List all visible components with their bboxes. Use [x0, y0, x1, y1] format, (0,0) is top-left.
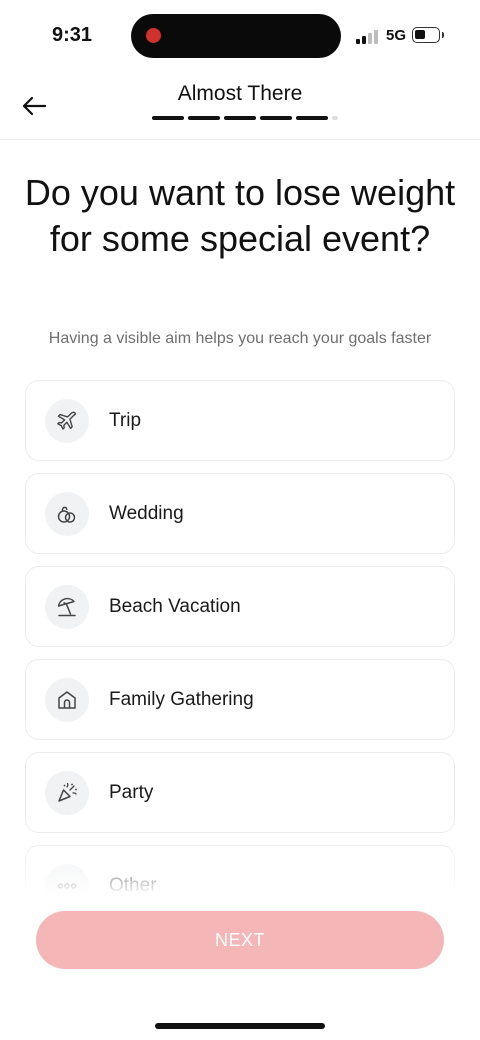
- progress-step: [224, 116, 256, 120]
- question-title: Do you want to lose weight for some spec…: [24, 172, 456, 259]
- progress-step: [152, 116, 184, 120]
- option-label: Party: [109, 781, 154, 803]
- option-beach-vacation[interactable]: Beach Vacation: [25, 566, 455, 647]
- option-wedding[interactable]: Wedding: [25, 473, 455, 554]
- option-label: Wedding: [109, 502, 184, 524]
- option-party[interactable]: Party: [25, 752, 455, 833]
- status-time: 9:31: [52, 24, 93, 46]
- page-title: Almost There: [177, 82, 303, 105]
- beach-umbrella-icon: [45, 584, 89, 629]
- airplane-icon: [45, 398, 89, 443]
- option-label: Family Gathering: [109, 688, 254, 710]
- progress-step: [260, 116, 292, 120]
- option-family-gathering[interactable]: Family Gathering: [25, 659, 455, 740]
- more-dots-icon: [45, 863, 89, 895]
- option-label: Trip: [109, 409, 142, 431]
- option-other[interactable]: Other: [25, 845, 455, 895]
- step-progress-bar: [152, 116, 338, 120]
- status-bar: 9:31 5G: [0, 0, 480, 70]
- battery-icon: [412, 27, 444, 43]
- progress-step: [188, 116, 220, 120]
- options-list: Trip Wedding Beach Vacation Family Gathe…: [25, 380, 455, 895]
- dynamic-island: [131, 14, 341, 58]
- question-subtitle: Having a visible aim helps you reach you…: [48, 330, 432, 347]
- progress-step-remaining: [332, 116, 338, 120]
- option-label: Other: [109, 874, 157, 896]
- progress-step: [296, 116, 328, 120]
- home-indicator[interactable]: [155, 1023, 325, 1029]
- recording-indicator-icon: [146, 28, 161, 43]
- option-trip[interactable]: Trip: [25, 380, 455, 461]
- network-type: 5G: [386, 27, 407, 44]
- rings-icon: [45, 491, 89, 536]
- next-button[interactable]: NEXT: [36, 911, 444, 969]
- option-label: Beach Vacation: [109, 595, 241, 617]
- house-icon: [45, 677, 89, 722]
- party-popper-icon: [45, 770, 89, 815]
- header: Almost There: [0, 70, 480, 140]
- cellular-signal-icon: [356, 28, 380, 44]
